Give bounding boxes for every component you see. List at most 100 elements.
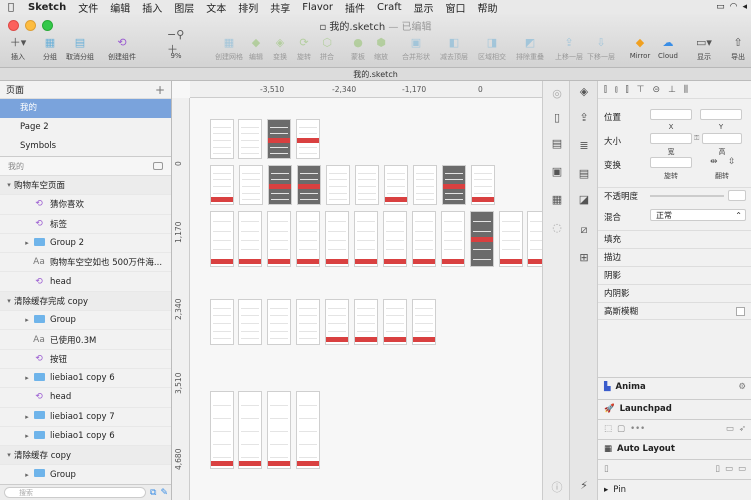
auto-layout-plugin-header[interactable]: ▦ Auto Layout — [598, 439, 751, 457]
more-icon[interactable]: ••• — [630, 424, 645, 434]
layer-row[interactable]: ▸ Group — [0, 311, 171, 331]
volume-icon[interactable]: ◂ — [742, 2, 747, 12]
artboard-thumbnail[interactable] — [267, 211, 291, 267]
crop-icon[interactable]: ⧄ — [576, 223, 592, 237]
disclosure-icon[interactable]: ▸ — [22, 374, 32, 382]
blur-section[interactable]: 高斯模糊 — [598, 302, 751, 320]
add-page-icon[interactable]: + — [155, 83, 165, 97]
layer-row[interactable]: ⟲ 标签 — [0, 215, 171, 234]
layer-row[interactable]: ⟲ 猜你喜欢 — [0, 195, 171, 215]
artboard-thumbnail[interactable] — [296, 211, 320, 267]
disclosure-open-icon[interactable]: ▾ — [4, 297, 14, 305]
layer-row[interactable]: Aa 购物车空空如也 500万件海... — [0, 253, 171, 273]
collapse-pages-icon[interactable] — [153, 162, 163, 170]
align-left-icon[interactable]: ⫿ — [604, 85, 607, 95]
craft-page-icon[interactable]: ▯ — [549, 111, 565, 125]
page-item-mine[interactable]: 我的 — [0, 99, 171, 118]
layer-edit-icon[interactable]: ✎ — [160, 488, 168, 498]
menu-craft[interactable]: Craft — [371, 2, 408, 13]
vertical-ruler[interactable]: 0 1,170 2,340 3,510 4,680 — [172, 98, 190, 500]
bring-forward-button[interactable]: ⇪ 上移一层 — [551, 34, 587, 62]
canvas[interactable]: -3,510 -2,340 -1,170 0 0 1,170 2,340 3,5… — [172, 81, 542, 500]
artboard-thumbnail[interactable] — [210, 299, 234, 345]
artboard-thumbnail[interactable] — [527, 211, 542, 267]
menu-arrange[interactable]: 排列 — [232, 0, 264, 15]
artboard-thumbnail[interactable] — [354, 211, 378, 267]
layer-row[interactable]: ▸ liebiao1 copy 6 — [0, 427, 171, 447]
desktop-icon[interactable]: ▭ — [738, 464, 751, 474]
layer-row[interactable]: Aa 已使用0.3M — [0, 330, 171, 350]
artboard-thumbnail[interactable] — [267, 391, 291, 469]
disclosure-icon[interactable]: ▸ — [22, 471, 32, 479]
align-bottom-icon[interactable]: ⊥ — [668, 85, 676, 95]
artboard-thumbnail[interactable] — [296, 299, 320, 345]
align-right-icon[interactable]: ⫿ — [626, 85, 629, 95]
apple-menu-icon[interactable]:  — [0, 2, 22, 13]
flavor-icon[interactable]: ◎ — [549, 87, 565, 101]
artboard-thumbnail[interactable] — [470, 211, 494, 267]
anima-settings-icon[interactable]: ⚙ — [738, 382, 751, 392]
craft-library-icon[interactable]: ▣ — [549, 165, 565, 179]
artboard-thumbnail[interactable] — [210, 165, 234, 205]
stack-layout-icon[interactable]: ▯ — [604, 464, 609, 474]
artboard-thumbnail[interactable] — [267, 119, 291, 159]
menu-window[interactable]: 窗口 — [440, 0, 472, 15]
artboard-thumbnail[interactable] — [383, 299, 407, 345]
layer-group-row[interactable]: ▾ 清除缓存 copy — [0, 446, 171, 466]
artboard-thumbnail[interactable] — [296, 119, 320, 159]
layer-row[interactable]: ▸ Group — [0, 465, 171, 485]
create-symbol-button[interactable]: ⟲ 创建组件 — [104, 34, 140, 62]
menu-layer[interactable]: 图层 — [168, 0, 200, 15]
page-item-page2[interactable]: Page 2 — [0, 118, 171, 137]
align-top-icon[interactable]: ⊤ — [637, 85, 645, 95]
artboard-thumbnail[interactable] — [268, 165, 292, 205]
disclosure-icon[interactable]: ▸ — [22, 239, 32, 247]
disclosure-open-icon[interactable]: ▾ — [4, 451, 14, 459]
artboard-thumbnail[interactable] — [325, 211, 349, 267]
send-backward-button[interactable]: ⇩ 下移一层 — [583, 34, 619, 62]
artboard-thumbnail[interactable] — [354, 299, 378, 345]
artboard-thumbnail[interactable] — [238, 119, 262, 159]
artboard-thumbnail[interactable] — [413, 165, 437, 205]
layer-row[interactable]: ▸ liebiao1 copy 7 — [0, 408, 171, 427]
export-button[interactable]: ⇧ 导出 — [720, 34, 751, 62]
artboard-thumbnail[interactable] — [238, 391, 262, 469]
artboard-thumbnail[interactable] — [384, 165, 408, 205]
page-item-symbols[interactable]: Symbols — [0, 137, 171, 156]
layer-row[interactable]: ⟲ head — [0, 388, 171, 408]
artboard-thumbnail[interactable] — [412, 211, 436, 267]
flip-horizontal-icon[interactable]: ⇹ — [710, 157, 718, 167]
rocket-icon[interactable]: ➶ — [739, 424, 751, 434]
artboard-thumbnail[interactable] — [238, 211, 262, 267]
artboard-thumbnail[interactable] — [210, 391, 234, 469]
stack-icon[interactable]: ≣ — [576, 139, 592, 153]
cube-icon[interactable]: ⬚ — [604, 424, 612, 434]
layer-row[interactable]: ▸ liebiao1 copy 6 — [0, 369, 171, 389]
x-field[interactable] — [650, 109, 692, 120]
menu-share[interactable]: 共享 — [264, 0, 296, 15]
document-icon[interactable]: ▤ — [576, 167, 592, 181]
share-icon[interactable]: ⇪ — [576, 111, 592, 125]
flip-vertical-icon[interactable]: ⇳ — [728, 157, 736, 167]
disclosure-icon[interactable]: ▸ — [22, 316, 32, 324]
opacity-field[interactable] — [728, 190, 746, 201]
artboard-thumbnail[interactable] — [441, 211, 465, 267]
window-icon[interactable]: ▭ — [726, 424, 734, 434]
artboard-thumbnail[interactable] — [412, 299, 436, 345]
layer-row[interactable]: ⟲ 按钮 — [0, 350, 171, 369]
artboard-thumbnail[interactable] — [355, 165, 379, 205]
components-icon[interactable]: ◪ — [576, 193, 592, 207]
menu-help[interactable]: 帮助 — [472, 0, 504, 15]
menu-text[interactable]: 文本 — [200, 0, 232, 15]
tablet-icon[interactable]: ▭ — [725, 464, 733, 474]
ungroup-button[interactable]: ▤ 取消分组 — [62, 34, 98, 62]
align-middle-icon[interactable]: ⊝ — [653, 85, 661, 95]
artboard-thumbnail[interactable] — [267, 299, 291, 345]
inner-shadow-section[interactable]: 内阴影 — [598, 284, 751, 302]
artboard-thumbnail[interactable] — [210, 211, 234, 267]
menu-file[interactable]: 文件 — [72, 0, 104, 15]
craft-data-icon[interactable]: ▤ — [549, 137, 565, 151]
layer-search-input[interactable]: 搜索 — [4, 487, 147, 498]
document-tab[interactable]: 我的.sketch — [0, 68, 751, 81]
blur-checkbox[interactable] — [736, 307, 745, 316]
